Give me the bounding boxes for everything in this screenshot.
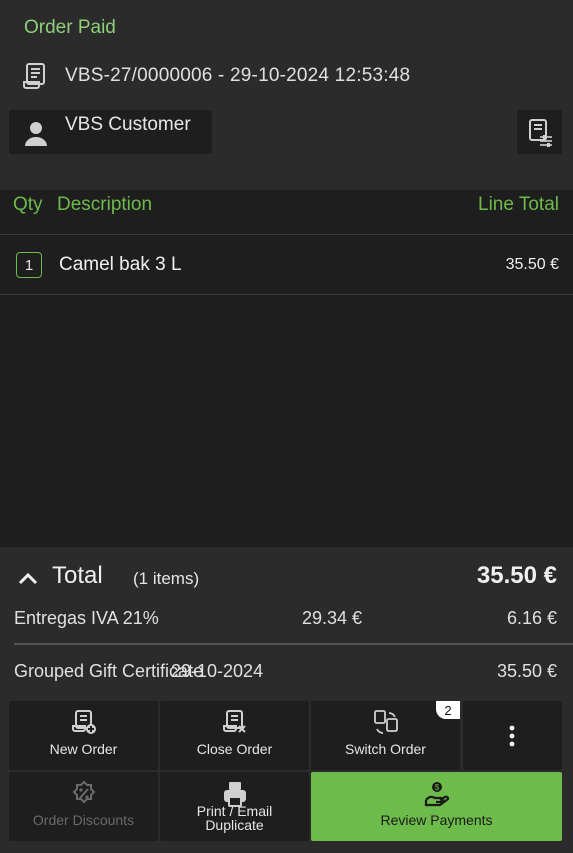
customer-name: VBS Customer (65, 114, 191, 135)
total-summary-toggle[interactable]: Total (1 items) 35.50 € (0, 561, 573, 595)
receipt-close-icon (222, 710, 246, 733)
order-reference: VBS-27/0000006 - 29-10-2024 12:53:48 (22, 62, 410, 90)
column-line-total: Line Total (478, 194, 559, 215)
column-description: Description (57, 194, 153, 215)
svg-text:$: $ (434, 783, 439, 792)
payment-date: 29-10-2024 (171, 661, 264, 681)
discount-badge-icon (72, 780, 95, 804)
payment-row: Grouped Gift Certificate 29-10-2024 35.5… (0, 659, 573, 685)
order-discounts-button[interactable]: Order Discounts (9, 772, 158, 841)
line-qty: 1 (16, 252, 42, 278)
more-options-button[interactable] (463, 701, 562, 770)
print-email-duplicate-button[interactable]: Print / Email Duplicate (160, 772, 309, 841)
tax-value: 6.16 € (506, 608, 557, 628)
switch-order-label: Switch Order (345, 741, 426, 757)
switch-order-button[interactable]: Switch Order 2 (311, 701, 460, 770)
person-icon (25, 122, 47, 146)
order-line-row[interactable]: 1 Camel bak 3 L 35.50 € (0, 235, 573, 295)
close-order-button[interactable]: Close Order (160, 701, 309, 770)
duplicate-label: Duplicate (205, 817, 264, 833)
order-status: Order Paid (24, 17, 116, 38)
new-order-button[interactable]: New Order (9, 701, 158, 770)
payment-value: 35.50 € (496, 661, 557, 681)
switch-order-count-badge: 2 (436, 701, 460, 719)
invoice-settings-icon (528, 119, 552, 147)
close-order-label: Close Order (196, 741, 273, 757)
review-payments-label: Review Payments (380, 812, 493, 828)
receipt-add-icon (71, 710, 96, 734)
review-payments-button[interactable]: $ Review Payments (311, 772, 562, 841)
total-amount: 35.50 € (476, 562, 557, 589)
tax-base: 29.34 € (302, 608, 363, 628)
order-number-date: VBS-27/0000006 - 29-10-2024 12:53:48 (65, 65, 411, 86)
new-order-label: New Order (49, 741, 118, 757)
receipt-icon (23, 63, 45, 89)
order-lines: 1 Camel bak 3 L 35.50 € (0, 234, 573, 547)
tax-row: Entregas IVA 21% 29.34 € 6.16 € (0, 606, 573, 632)
hand-coin-icon: $ (424, 782, 449, 807)
column-qty: Qty (13, 194, 43, 215)
more-vertical-icon (509, 725, 515, 747)
tax-name: Entregas IVA 21% (14, 608, 159, 628)
customer-button[interactable]: VBS Customer (9, 110, 212, 154)
divider (14, 643, 573, 645)
receipt-switch-icon (373, 710, 398, 734)
order-discounts-label: Order Discounts (32, 812, 135, 828)
order-header: Order Paid VBS-27/0000006 - 29-10-2024 1… (0, 0, 573, 190)
invoice-settings-button[interactable] (517, 110, 562, 154)
printer-icon (223, 782, 246, 807)
chevron-up-icon (18, 572, 38, 585)
column-headers: Qty Description Line Total (0, 192, 573, 222)
line-description: Camel bak 3 L (59, 254, 182, 275)
totals-panel: Total (1 items) 35.50 € Entregas IVA 21%… (0, 547, 573, 853)
item-count: (1 items) (133, 569, 200, 588)
total-label: Total (52, 562, 103, 589)
line-total: 35.50 € (505, 256, 559, 273)
